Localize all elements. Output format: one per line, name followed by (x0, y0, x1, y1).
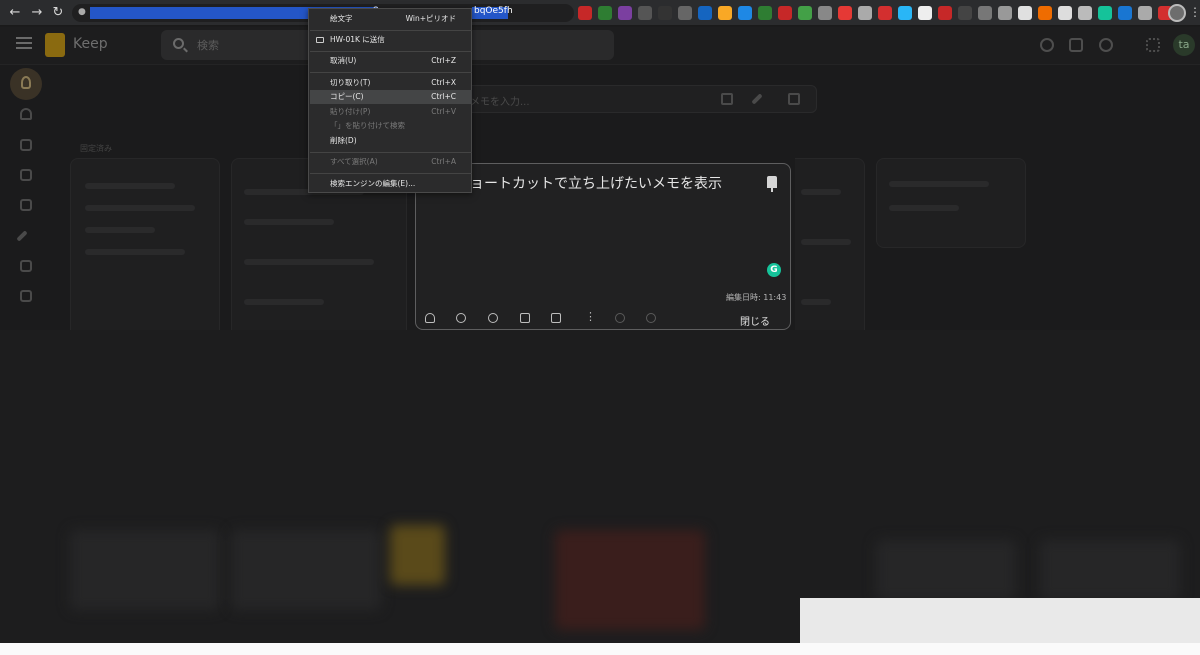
menu-item-copy[interactable]: コピー(C) Ctrl+C (310, 90, 472, 104)
extension-icon[interactable] (838, 6, 852, 20)
forward-icon[interactable]: → (28, 4, 46, 22)
keep-header: Keep 検索 ta (0, 27, 1200, 65)
extension-icon[interactable] (638, 6, 652, 20)
url-text: bqOe5fh (474, 6, 513, 16)
grammarly-icon[interactable]: G (767, 263, 781, 277)
extension-icon[interactable] (1078, 6, 1092, 20)
more-icon[interactable]: ⋮ (585, 311, 596, 322)
extension-icon[interactable] (898, 6, 912, 20)
archive-icon[interactable] (20, 260, 32, 272)
keep-logo-icon (45, 33, 65, 57)
refresh-icon[interactable] (1040, 38, 1054, 52)
collaborator-icon[interactable] (456, 313, 466, 323)
extension-icon[interactable] (1118, 6, 1132, 20)
note-card[interactable] (876, 158, 1026, 248)
label-icon[interactable] (20, 139, 32, 151)
close-button[interactable]: 閉じる (740, 313, 770, 328)
extensions-row (578, 6, 1172, 20)
search-placeholder: 検索 (197, 39, 219, 52)
browser-toolbar: ← → ↻ ● .8 bqOe5fh (0, 0, 1200, 26)
remind-me-icon[interactable] (425, 313, 435, 323)
label-icon[interactable] (20, 169, 32, 181)
pocket-icon[interactable] (678, 6, 692, 20)
context-menu: 絵文字 Win+ピリオド HW-01K に送信 取消(U) Ctrl+Z 切り取り(… (308, 8, 472, 193)
extension-icon[interactable] (998, 6, 1012, 20)
acrobat-icon[interactable] (578, 6, 592, 20)
menu-item-cut[interactable]: 切り取り(T) Ctrl+X (310, 76, 472, 90)
trash-icon[interactable] (20, 290, 32, 302)
pin-icon[interactable] (767, 176, 777, 192)
extension-icon[interactable] (878, 6, 892, 20)
lightbulb-icon (21, 76, 31, 89)
extension-icon[interactable] (1138, 6, 1152, 20)
extension-icon[interactable] (918, 6, 932, 20)
lock-icon: ● (78, 7, 86, 17)
pinned-section-label: 固定済み (80, 144, 112, 153)
palette-icon[interactable] (488, 313, 498, 323)
archive-icon[interactable] (551, 313, 561, 323)
extension-icon[interactable] (1018, 6, 1032, 20)
label-icon[interactable] (20, 199, 32, 211)
grammarly-ext-icon[interactable] (1098, 6, 1112, 20)
menu-item-paste[interactable]: 貼り付け(P) Ctrl+V (310, 105, 472, 119)
menu-item-delete[interactable]: 削除(D) (310, 134, 472, 148)
reload-icon[interactable]: ↻ (49, 4, 67, 22)
search-icon (173, 38, 184, 49)
extension-icon[interactable] (778, 6, 792, 20)
reminder-bell-icon[interactable] (20, 108, 32, 120)
extension-icon[interactable] (718, 6, 732, 20)
notes-grid-blurred (0, 330, 1200, 643)
extension-icon[interactable] (978, 6, 992, 20)
menu-item-undo[interactable]: 取消(U) Ctrl+Z (310, 54, 472, 68)
redo-icon[interactable] (646, 313, 656, 323)
add-image-icon[interactable] (520, 313, 530, 323)
menu-item-emoji[interactable]: 絵文字 Win+ピリオド (310, 12, 472, 26)
extension-icon[interactable] (738, 6, 752, 20)
note-title[interactable]: ショートカットで立ち上げたいメモを表示 (456, 173, 722, 193)
extension-icon[interactable] (818, 6, 832, 20)
undo-icon[interactable] (615, 313, 625, 323)
extension-icon[interactable] (1058, 6, 1072, 20)
new-image-icon[interactable] (788, 93, 800, 105)
extension-icon[interactable] (1038, 6, 1052, 20)
screen: ← → ↻ ● .8 bqOe5fh (0, 0, 1200, 655)
take-note-placeholder: メモを入力... (470, 97, 530, 108)
menu-item-edit-search-engines[interactable]: 検索エンジンの編集(E)... (310, 177, 472, 191)
account-avatar[interactable]: ta (1173, 34, 1195, 56)
edited-timestamp: 編集日時: 11:43 (726, 293, 787, 302)
extension-icon[interactable] (958, 6, 972, 20)
extension-icon[interactable] (938, 6, 952, 20)
extension-icon[interactable] (798, 6, 812, 20)
extension-icon[interactable] (658, 6, 672, 20)
device-icon (316, 37, 324, 43)
extension-icon[interactable] (758, 6, 772, 20)
menu-item-paste-and-search[interactable]: 「」を貼り付けて検索 (310, 119, 472, 133)
main-menu-icon[interactable] (16, 37, 32, 49)
taskbar-strip (0, 643, 1200, 655)
settings-icon[interactable] (1099, 38, 1113, 52)
extension-icon[interactable] (698, 6, 712, 20)
profile-avatar[interactable] (1168, 4, 1186, 22)
edit-labels-icon[interactable] (16, 230, 28, 242)
extension-icon[interactable] (858, 6, 872, 20)
new-list-icon[interactable] (721, 93, 733, 105)
app-name: Keep (73, 36, 108, 52)
back-icon[interactable]: ← (6, 4, 24, 22)
browser-menu-icon[interactable]: ⋮ (1189, 5, 1200, 19)
menu-item-send-to-device[interactable]: HW-01K に送信 (310, 33, 472, 47)
drive-icon[interactable] (598, 6, 612, 20)
apps-grid-icon[interactable] (1146, 38, 1160, 52)
overlay-panel (800, 598, 1200, 643)
menu-item-select-all[interactable]: すべて選択(A) Ctrl+A (310, 155, 472, 169)
list-view-icon[interactable] (1069, 38, 1083, 52)
onenote-icon[interactable] (618, 6, 632, 20)
